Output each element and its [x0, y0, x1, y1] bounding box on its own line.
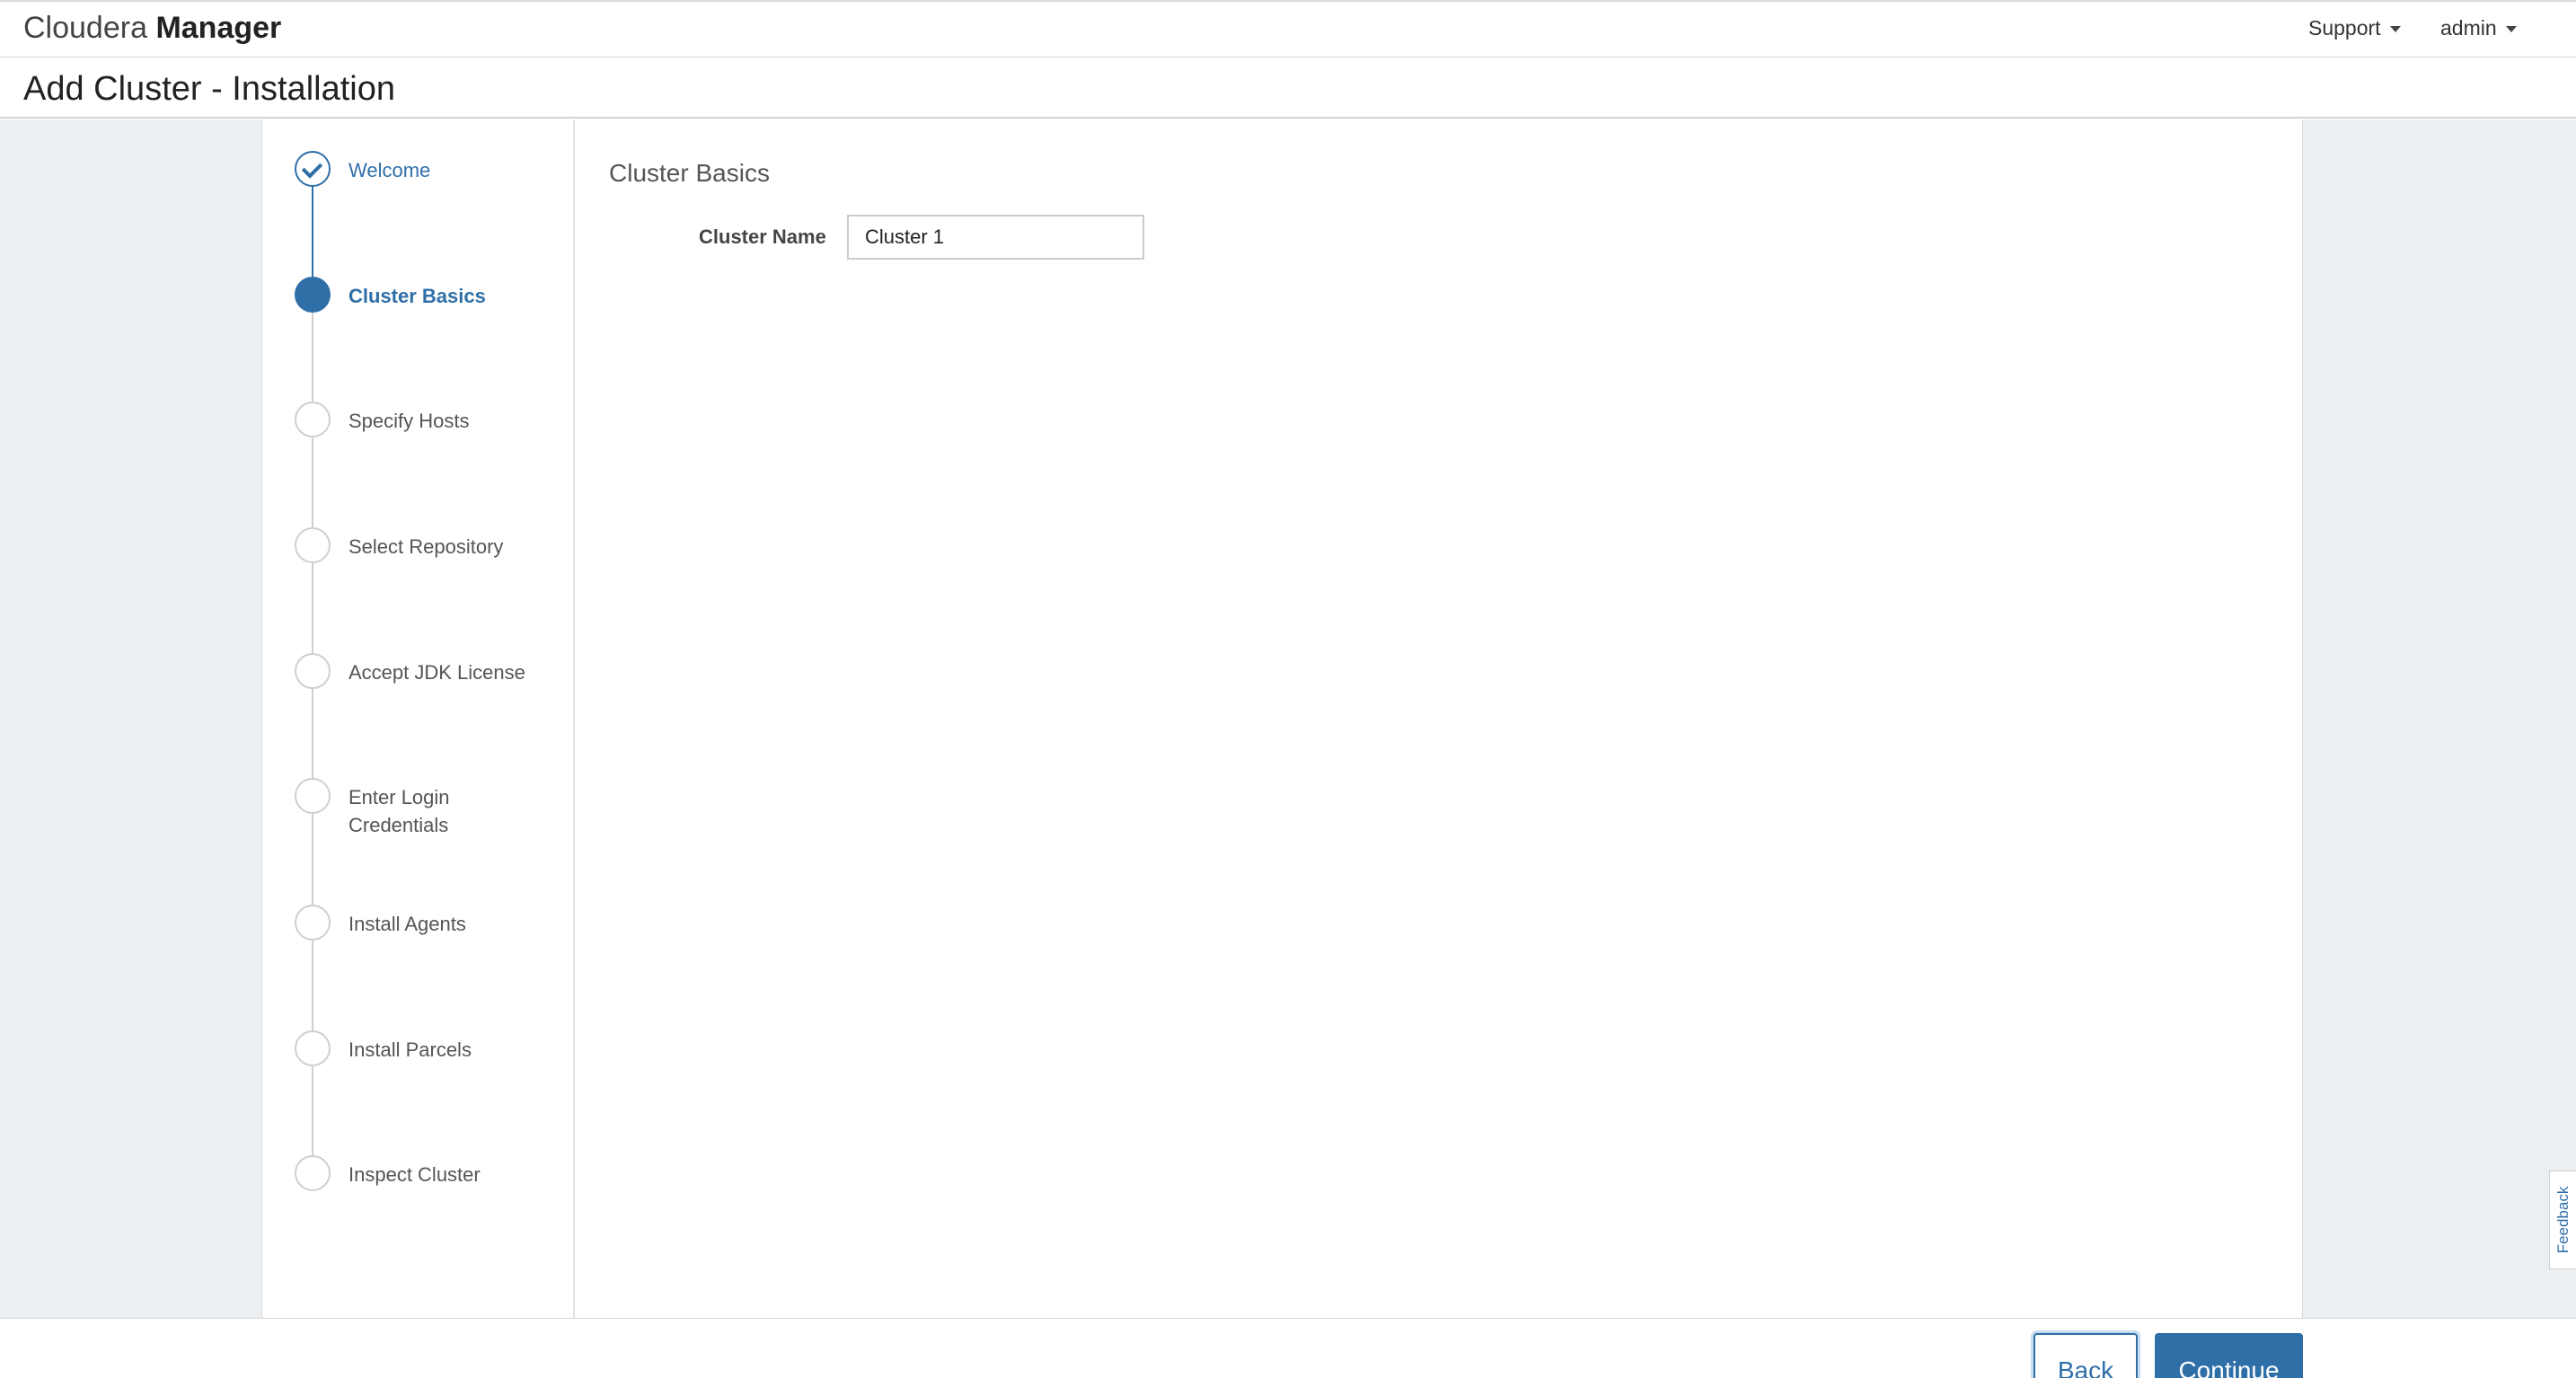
caret-down-icon [2389, 26, 2401, 32]
feedback-label: Feedback [2554, 1186, 2572, 1254]
brand-name-bold: Manager [155, 11, 282, 45]
step-label: Inspect Cluster [348, 1163, 481, 1186]
wizard-steps: Welcome Cluster Basics Specify Hosts Sel… [262, 119, 575, 1318]
step-label: Welcome [348, 159, 431, 181]
wizard-panel: Welcome Cluster Basics Specify Hosts Sel… [261, 119, 2303, 1318]
step-circle [295, 1030, 331, 1066]
brand-name-light: Cloudera [23, 11, 147, 45]
step-label: Cluster Basics [348, 285, 486, 307]
cloudera-manager-page: Cloudera Manager Support admin Add Clust… [0, 0, 2576, 1378]
user-menu[interactable]: admin [2440, 16, 2517, 40]
page-title: Add Cluster - Installation [23, 70, 395, 108]
top-navbar: Cloudera Manager Support admin [0, 0, 2576, 57]
support-menu-label: Support [2308, 16, 2381, 40]
step-circle [295, 1155, 331, 1191]
wizard-footer: Back Continue [0, 1318, 2576, 1378]
step-circle [295, 778, 331, 814]
step-circle [295, 527, 331, 563]
step-label: Accept JDK License [348, 661, 525, 684]
step-circle [295, 402, 331, 437]
step-label: Install Agents [348, 913, 466, 935]
continue-button[interactable]: Continue [2155, 1333, 2303, 1378]
section-title: Cluster Basics [609, 159, 770, 187]
step-circle [295, 653, 331, 689]
step-label: Enter Login Credentials [348, 786, 450, 836]
step-circle [295, 151, 331, 187]
title-bar: Add Cluster - Installation [0, 57, 2576, 119]
step-label: Install Parcels [348, 1038, 472, 1061]
step-circle [295, 905, 331, 941]
feedback-tab[interactable]: Feedback [2549, 1170, 2576, 1269]
step-circle [295, 277, 331, 313]
cluster-name-label: Cluster Name [699, 225, 826, 248]
step-label: Select Repository [348, 535, 504, 558]
step-label: Specify Hosts [348, 410, 470, 432]
step-rail-completed [312, 169, 313, 295]
cluster-name-input[interactable] [847, 215, 1144, 260]
brand-logo[interactable]: Cloudera Manager [23, 11, 281, 46]
user-menu-label: admin [2440, 16, 2497, 40]
caret-down-icon [2505, 26, 2517, 32]
check-icon [301, 157, 323, 179]
support-menu[interactable]: Support [2308, 16, 2401, 40]
back-button[interactable]: Back [2033, 1333, 2138, 1378]
wizard-content: Cluster Basics Cluster Name [609, 119, 2298, 1318]
